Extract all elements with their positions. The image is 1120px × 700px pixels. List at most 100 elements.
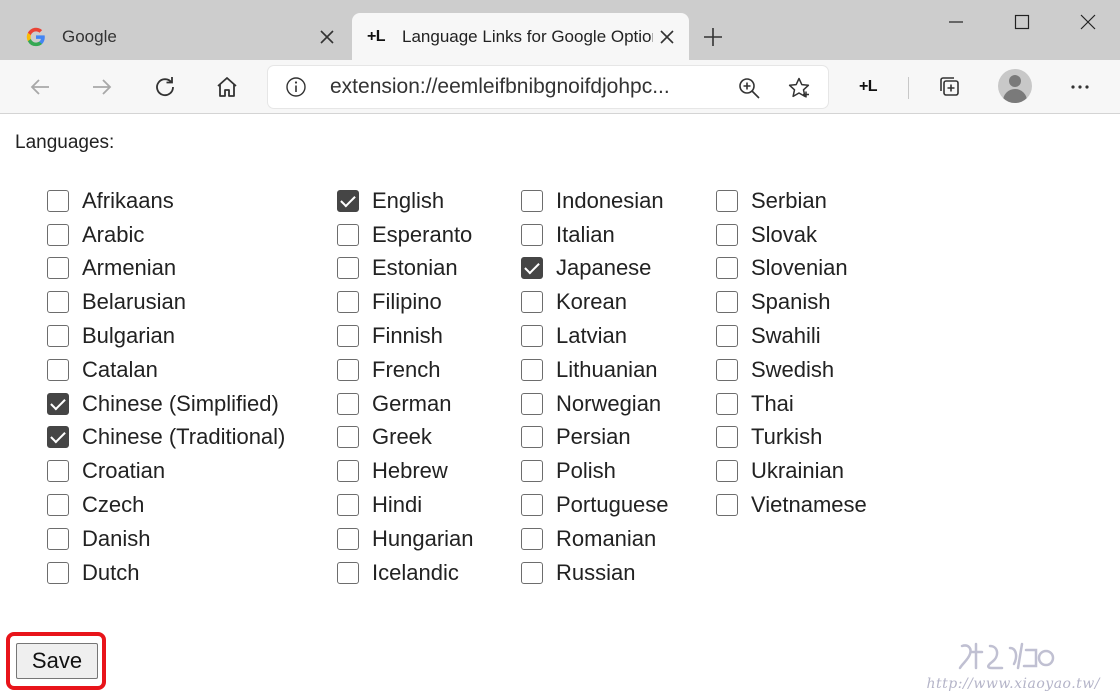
language-option[interactable]: Spanish	[716, 285, 867, 319]
checkbox-unchecked[interactable]	[337, 460, 359, 483]
checkbox-unchecked[interactable]	[337, 561, 359, 584]
checkbox-unchecked[interactable]	[337, 494, 359, 517]
language-option[interactable]: Norwegian	[521, 387, 669, 421]
checkbox-checked[interactable]	[47, 392, 69, 415]
language-option[interactable]: Catalan	[47, 353, 285, 387]
language-option[interactable]: Danish	[47, 522, 285, 556]
checkbox-unchecked[interactable]	[47, 527, 69, 550]
checkbox-unchecked[interactable]	[716, 189, 738, 212]
checkbox-unchecked[interactable]	[47, 257, 69, 280]
language-option[interactable]: Slovak	[716, 218, 867, 252]
language-option[interactable]: Lithuanian	[521, 353, 669, 387]
language-option[interactable]: Greek	[337, 421, 474, 455]
language-option[interactable]: Dutch	[47, 556, 285, 590]
language-option[interactable]: French	[337, 353, 474, 387]
language-option[interactable]: Vietnamese	[716, 488, 867, 522]
language-option[interactable]: Turkish	[716, 421, 867, 455]
language-option[interactable]: German	[337, 387, 474, 421]
checkbox-unchecked[interactable]	[337, 291, 359, 314]
checkbox-unchecked[interactable]	[521, 460, 543, 483]
language-option[interactable]: Estonian	[337, 252, 474, 286]
close-window-icon[interactable]	[1066, 6, 1110, 38]
checkbox-unchecked[interactable]	[47, 561, 69, 584]
profile-avatar-icon[interactable]	[998, 69, 1032, 103]
language-option[interactable]: Thai	[716, 387, 867, 421]
checkbox-unchecked[interactable]	[337, 527, 359, 550]
address-bar[interactable]: extension://eemleifbnibgnoifdjohpc...	[268, 66, 828, 108]
checkbox-unchecked[interactable]	[521, 392, 543, 415]
forward-arrow-icon[interactable]	[84, 69, 120, 105]
checkbox-checked[interactable]	[337, 189, 359, 212]
close-tab-icon[interactable]	[653, 23, 681, 51]
language-option[interactable]: Hebrew	[337, 454, 474, 488]
language-option[interactable]: Slovenian	[716, 252, 867, 286]
language-option[interactable]: Russian	[521, 556, 669, 590]
checkbox-unchecked[interactable]	[521, 527, 543, 550]
language-option[interactable]: Arabic	[47, 218, 285, 252]
language-option[interactable]: Hindi	[337, 488, 474, 522]
checkbox-unchecked[interactable]	[716, 460, 738, 483]
language-option[interactable]: Chinese (Simplified)	[47, 387, 285, 421]
checkbox-unchecked[interactable]	[716, 358, 738, 381]
checkbox-unchecked[interactable]	[716, 257, 738, 280]
language-option[interactable]: Esperanto	[337, 218, 474, 252]
language-option[interactable]: Icelandic	[337, 556, 474, 590]
language-option[interactable]: Swahili	[716, 319, 867, 353]
language-option[interactable]: Finnish	[337, 319, 474, 353]
new-tab-icon[interactable]	[698, 22, 728, 52]
language-option[interactable]: Japanese	[521, 252, 669, 286]
extension-language-links-button[interactable]: +L	[850, 69, 886, 105]
checkbox-unchecked[interactable]	[47, 494, 69, 517]
language-option[interactable]: Croatian	[47, 454, 285, 488]
language-option[interactable]: English	[337, 184, 474, 218]
checkbox-unchecked[interactable]	[337, 426, 359, 449]
back-arrow-icon[interactable]	[22, 69, 58, 105]
language-option[interactable]: Czech	[47, 488, 285, 522]
checkbox-unchecked[interactable]	[521, 189, 543, 212]
checkbox-unchecked[interactable]	[47, 189, 69, 212]
language-option[interactable]: Korean	[521, 285, 669, 319]
language-option[interactable]: Bulgarian	[47, 319, 285, 353]
minimize-icon[interactable]	[934, 6, 978, 38]
language-option[interactable]: Polish	[521, 454, 669, 488]
language-option[interactable]: Hungarian	[337, 522, 474, 556]
close-tab-icon[interactable]	[313, 23, 341, 51]
language-option[interactable]: Persian	[521, 421, 669, 455]
checkbox-unchecked[interactable]	[521, 494, 543, 517]
checkbox-unchecked[interactable]	[716, 494, 738, 517]
refresh-icon[interactable]	[147, 69, 183, 105]
checkbox-unchecked[interactable]	[716, 325, 738, 348]
checkbox-unchecked[interactable]	[521, 561, 543, 584]
language-option[interactable]: Armenian	[47, 252, 285, 286]
checkbox-unchecked[interactable]	[521, 358, 543, 381]
checkbox-unchecked[interactable]	[521, 291, 543, 314]
checkbox-unchecked[interactable]	[716, 426, 738, 449]
checkbox-unchecked[interactable]	[47, 358, 69, 381]
more-icon[interactable]	[1062, 69, 1098, 105]
maximize-icon[interactable]	[1000, 6, 1044, 38]
collections-icon[interactable]	[932, 69, 968, 105]
language-option[interactable]: Ukrainian	[716, 454, 867, 488]
checkbox-unchecked[interactable]	[337, 358, 359, 381]
language-option[interactable]: Portuguese	[521, 488, 669, 522]
checkbox-unchecked[interactable]	[337, 257, 359, 280]
checkbox-unchecked[interactable]	[47, 291, 69, 314]
checkbox-unchecked[interactable]	[521, 223, 543, 246]
save-button[interactable]: Save	[16, 643, 98, 679]
checkbox-unchecked[interactable]	[521, 325, 543, 348]
info-icon[interactable]	[284, 75, 308, 99]
checkbox-unchecked[interactable]	[47, 223, 69, 246]
checkbox-unchecked[interactable]	[716, 392, 738, 415]
checkbox-unchecked[interactable]	[716, 223, 738, 246]
url-text[interactable]: extension://eemleifbnibgnoifdjohpc...	[330, 66, 710, 108]
language-option[interactable]: Swedish	[716, 353, 867, 387]
language-option[interactable]: Indonesian	[521, 184, 669, 218]
language-option[interactable]: Latvian	[521, 319, 669, 353]
checkbox-unchecked[interactable]	[337, 392, 359, 415]
home-icon[interactable]	[209, 69, 245, 105]
checkbox-checked[interactable]	[521, 257, 543, 280]
tab-language-links-options[interactable]: +L Language Links for Google Options	[352, 13, 689, 60]
star-icon[interactable]	[784, 73, 814, 103]
language-option[interactable]: Belarusian	[47, 285, 285, 319]
checkbox-unchecked[interactable]	[47, 325, 69, 348]
